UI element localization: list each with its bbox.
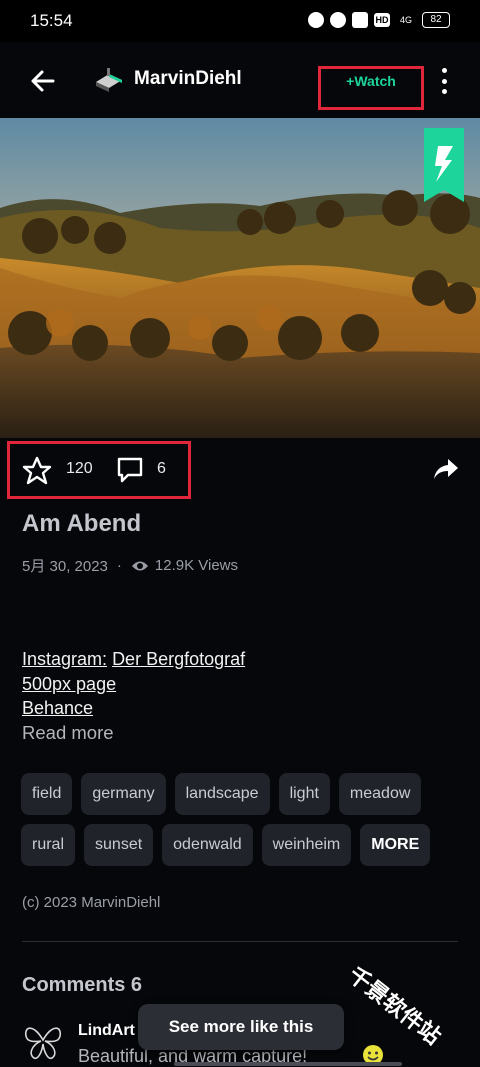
tag-chip[interactable]: rural xyxy=(21,824,76,866)
behance-line: Behance xyxy=(22,696,245,721)
deviation-image[interactable] xyxy=(0,118,480,438)
view-count: 12.9K Views xyxy=(154,557,239,574)
comment-author[interactable]: LindArt xyxy=(78,1022,135,1040)
star-icon xyxy=(22,456,52,485)
share-button[interactable] xyxy=(432,456,460,482)
deviation-meta: 5月 30, 2023 · 12.9K Views xyxy=(22,555,238,576)
copyright: (c) 2023 MarvinDiehl xyxy=(22,894,161,911)
behance-link[interactable]: Behance xyxy=(22,698,93,718)
comment-count: 6 xyxy=(157,460,166,477)
more-dot-icon xyxy=(441,89,447,94)
eye-icon xyxy=(131,561,148,570)
action-bar: 120 6 xyxy=(0,438,480,500)
tag-chip[interactable]: light xyxy=(278,773,330,815)
instagram-label-link[interactable]: Instagram: xyxy=(22,649,107,669)
hd-icon: HD xyxy=(374,13,390,27)
username[interactable]: MarvinDiehl xyxy=(134,68,242,90)
back-arrow-icon xyxy=(31,70,55,92)
watermark: 千景软件站 xyxy=(342,962,445,1051)
tag-chip[interactable]: meadow xyxy=(338,773,422,815)
comments-heading: Comments 6 xyxy=(22,974,143,996)
instagram-name-link[interactable]: Der Bergfotograf xyxy=(112,649,245,669)
deviation-title: Am Abend xyxy=(22,510,142,537)
tag-row: rural sunset odenwald weinheim MORE xyxy=(21,824,431,866)
publish-date: 5月 30, 2023 xyxy=(22,558,108,575)
comment-button[interactable] xyxy=(116,456,144,484)
status-bar: 15:54 HD 4G 82 xyxy=(0,0,480,42)
app-bar: MarvinDiehl +Watch xyxy=(0,42,480,118)
landscape-photo xyxy=(0,118,480,438)
description: Instagram: Der Bergfotograf 500px page B… xyxy=(22,647,245,721)
status-time: 15:54 xyxy=(30,11,73,30)
tag-chip[interactable]: field xyxy=(21,773,73,815)
avatar-logo-icon xyxy=(96,68,122,92)
read-more-link[interactable]: Read more xyxy=(22,722,114,744)
comment-bubble-icon xyxy=(117,457,143,483)
author-avatar[interactable] xyxy=(94,66,124,94)
battery-icon: 82 xyxy=(422,12,450,28)
tag-chip[interactable]: landscape xyxy=(174,773,270,815)
instagram-line: Instagram: Der Bergfotograf xyxy=(22,647,245,672)
deviantart-badge-icon xyxy=(424,128,464,202)
more-options-button[interactable] xyxy=(432,66,456,96)
share-arrow-icon xyxy=(434,459,458,479)
tag-chip[interactable]: germany xyxy=(81,773,166,815)
watch-label: +Watch xyxy=(346,73,396,89)
mute-icon xyxy=(352,12,368,28)
more-tags-button[interactable]: MORE xyxy=(360,824,431,866)
divider xyxy=(22,941,458,942)
alarm-icon xyxy=(330,12,346,28)
butterfly-avatar-icon xyxy=(24,1027,62,1060)
more-dot-icon xyxy=(441,68,447,73)
tag-chip[interactable]: odenwald xyxy=(162,824,253,866)
tag-chip[interactable]: weinheim xyxy=(261,824,352,866)
comment-avatar[interactable] xyxy=(22,1020,64,1062)
favorite-button[interactable] xyxy=(22,456,52,486)
meta-separator: · xyxy=(116,557,122,574)
back-button[interactable] xyxy=(26,64,60,98)
favorite-count: 120 xyxy=(66,460,93,477)
500px-link[interactable]: 500px page xyxy=(22,674,116,694)
tag-chip[interactable]: sunset xyxy=(84,824,154,866)
more-dot-icon xyxy=(441,78,447,84)
watch-button[interactable]: +Watch xyxy=(318,66,424,110)
tag-row: field germany landscape light meadow xyxy=(21,773,422,815)
status-icons: HD 4G 82 xyxy=(308,12,450,28)
vpn-icon xyxy=(308,12,324,28)
500px-line: 500px page xyxy=(22,672,245,697)
network-label: 4G xyxy=(399,15,412,25)
